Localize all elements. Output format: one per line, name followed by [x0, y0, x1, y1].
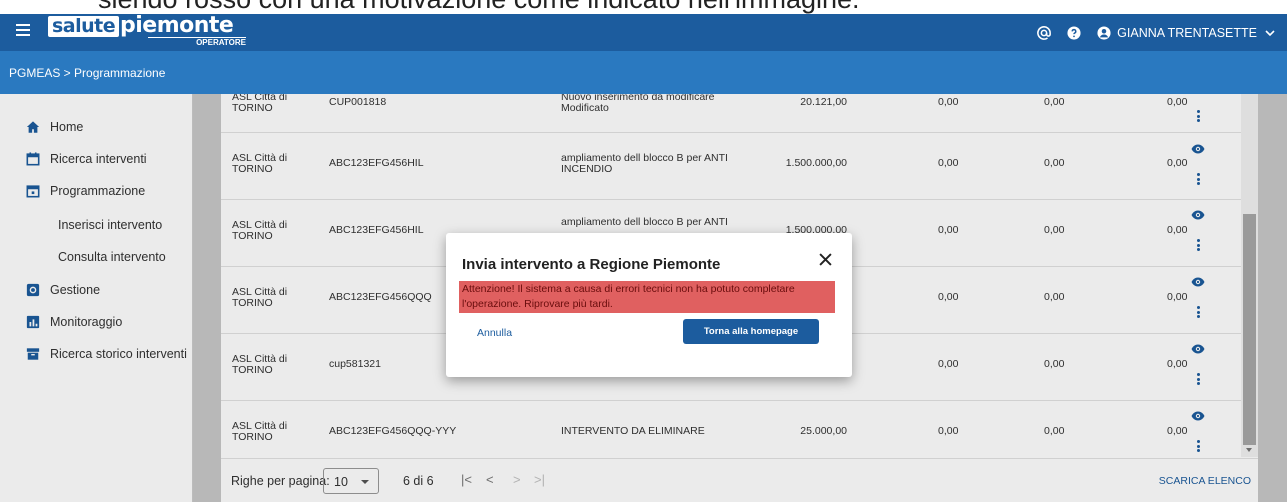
cancel-button[interactable]: Annulla — [477, 327, 512, 339]
logo-subtitle: OPERATORE — [148, 37, 246, 47]
header-actions: GIANNA TRENTASETTE — [1037, 14, 1275, 51]
error-alert: Attenzione! Il sistema a causa di errori… — [459, 281, 835, 313]
help-icon[interactable] — [1067, 25, 1081, 40]
close-icon[interactable] — [819, 253, 832, 266]
breadcrumb[interactable]: PGMEAS > Programmazione — [9, 66, 165, 80]
breadcrumb-bar: PGMEAS > Programmazione — [0, 51, 1287, 94]
logo-brand-name: piemonte — [120, 13, 234, 38]
error-alert-line1: Attenzione! Il sistema a causa di errori… — [462, 283, 795, 295]
dialog-title: Invia intervento a Regione Piemonte — [462, 256, 721, 273]
user-icon[interactable] — [1097, 25, 1111, 40]
user-name[interactable]: GIANNA TRENTASETTE — [1117, 26, 1257, 40]
chevron-down-icon[interactable] — [1265, 28, 1275, 38]
app-header: salute piemonte OPERATORE GIANNA TRENTAS… — [0, 13, 1287, 51]
back-to-home-button[interactable]: Torna alla homepage — [683, 319, 819, 344]
top-caption: siendo rosso con una motivazione come in… — [0, 0, 1287, 14]
error-alert-line2: l'operazione. Riprovare più tardi. — [462, 298, 613, 310]
caption-text: siendo rosso con una motivazione come in… — [98, 0, 860, 14]
send-intervention-dialog: Invia intervento a Regione Piemonte Atte… — [446, 233, 852, 377]
logo-brand-box: salute — [48, 16, 120, 37]
at-icon[interactable] — [1037, 25, 1052, 40]
menu-icon[interactable] — [16, 24, 30, 38]
